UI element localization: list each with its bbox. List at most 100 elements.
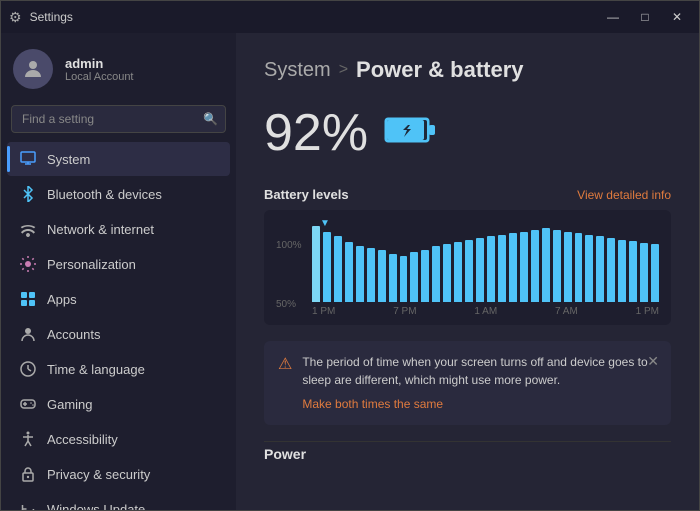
battery-status: 92%	[264, 103, 671, 163]
accessibility-icon	[19, 430, 37, 448]
chart-bar	[432, 246, 440, 302]
battery-percentage-text: 92%	[264, 103, 368, 163]
chart-y-100: 100%	[276, 240, 302, 251]
network-icon	[19, 220, 37, 238]
sidebar-item-accessibility-label: Accessibility	[47, 432, 118, 447]
user-info: admin Local Account	[65, 56, 134, 83]
chart-bar	[575, 233, 583, 302]
chart-y-labels: 100% 50%	[276, 240, 302, 310]
breadcrumb: System > Power & battery	[264, 57, 671, 83]
sidebar-item-gaming-label: Gaming	[47, 397, 93, 412]
settings-window: ⚙ Settings — □ ✕ admin Local Acc	[0, 0, 700, 511]
chart-bars-area: ▼	[312, 222, 659, 302]
chart-y-50: 50%	[276, 299, 302, 310]
main-content: admin Local Account 🔍	[1, 33, 699, 510]
sidebar-item-privacy[interactable]: Privacy & security	[7, 457, 230, 491]
sidebar-item-system[interactable]: System	[7, 142, 230, 176]
sidebar-item-apps[interactable]: Apps	[7, 282, 230, 316]
chart-x-1pm-last: 1 PM	[636, 306, 659, 317]
view-detailed-link[interactable]: View detailed info	[577, 188, 671, 202]
chart-bar	[400, 256, 408, 302]
battery-chart-section: Battery levels View detailed info 100% 5…	[264, 187, 671, 325]
chart-bar	[509, 233, 517, 302]
chart-bar	[553, 230, 561, 302]
minimize-button[interactable]: —	[599, 7, 627, 27]
alert-icon: ⚠	[278, 354, 292, 374]
sidebar-item-personalization[interactable]: Personalization	[7, 247, 230, 281]
sidebar-item-bluetooth[interactable]: Bluetooth & devices	[7, 177, 230, 211]
sidebar-item-accounts-label: Accounts	[47, 327, 100, 342]
sidebar-item-network[interactable]: Network & internet	[7, 212, 230, 246]
alert-close-button[interactable]: ✕	[647, 353, 659, 370]
main-panel: System > Power & battery 92%	[236, 33, 699, 510]
sidebar-item-privacy-label: Privacy & security	[47, 467, 150, 482]
chart-bar	[487, 236, 495, 302]
chart-x-1am: 1 AM	[474, 306, 497, 317]
chart-bars	[312, 222, 659, 302]
user-name: admin	[65, 56, 134, 71]
breadcrumb-separator: >	[339, 61, 348, 79]
chart-bar	[542, 228, 550, 302]
chart-bar	[476, 238, 484, 302]
search-box: 🔍	[11, 105, 226, 133]
title-bar: ⚙ Settings — □ ✕	[1, 1, 699, 33]
breadcrumb-current: Power & battery	[356, 57, 524, 83]
search-input[interactable]	[11, 105, 226, 133]
chart-bar	[443, 244, 451, 302]
chart-bar	[334, 236, 342, 302]
chart-x-labels: 1 PM 7 PM 1 AM 7 AM 1 PM	[312, 306, 659, 317]
chart-x-1pm-first: 1 PM	[312, 306, 335, 317]
chart-pin-icon: ▼	[320, 218, 330, 229]
personalization-icon	[19, 255, 37, 273]
avatar	[13, 49, 53, 89]
sidebar-item-update[interactable]: Windows Update	[7, 492, 230, 510]
sidebar-item-bluetooth-label: Bluetooth & devices	[47, 187, 162, 202]
chart-bar	[585, 235, 593, 302]
power-section-title: Power	[264, 441, 671, 462]
sidebar-item-accounts[interactable]: Accounts	[7, 317, 230, 351]
chart-x-7pm: 7 PM	[393, 306, 416, 317]
chart-bar	[345, 242, 353, 302]
sidebar-item-network-label: Network & internet	[47, 222, 154, 237]
accounts-icon	[19, 325, 37, 343]
user-section[interactable]: admin Local Account	[1, 33, 236, 101]
alert-action-link[interactable]: Make both times the same	[302, 397, 443, 411]
sidebar-item-system-label: System	[47, 152, 90, 167]
chart-bar	[389, 254, 397, 302]
sidebar-item-time-label: Time & language	[47, 362, 145, 377]
chart-bar	[564, 232, 572, 302]
chart-bar	[410, 252, 418, 302]
chart-bar	[531, 230, 539, 302]
maximize-button[interactable]: □	[631, 7, 659, 27]
chart-bar	[498, 235, 506, 302]
close-button[interactable]: ✕	[663, 7, 691, 27]
system-icon	[19, 150, 37, 168]
sidebar-item-time[interactable]: Time & language	[7, 352, 230, 386]
chart-title: Battery levels	[264, 187, 349, 202]
chart-bar	[520, 232, 528, 302]
privacy-icon	[19, 465, 37, 483]
chart-bar	[323, 232, 331, 302]
title-bar-left: ⚙ Settings	[9, 9, 73, 26]
chart-bar	[421, 250, 429, 302]
chart-bar	[367, 248, 375, 302]
sidebar-item-gaming[interactable]: Gaming	[7, 387, 230, 421]
chart-bar	[454, 242, 462, 302]
alert-content: The period of time when your screen turn…	[302, 353, 657, 413]
chart-bar	[607, 238, 615, 302]
chart-bar	[596, 236, 604, 302]
chart-bar	[629, 241, 637, 302]
update-icon	[19, 500, 37, 510]
user-type: Local Account	[65, 71, 134, 83]
chart-bar	[356, 246, 364, 302]
chart-bar	[640, 243, 648, 302]
chart-bar	[312, 226, 320, 302]
window-controls: — □ ✕	[599, 7, 691, 27]
settings-app-icon: ⚙	[9, 9, 22, 26]
sidebar-item-accessibility[interactable]: Accessibility	[7, 422, 230, 456]
search-icon: 🔍	[203, 112, 218, 126]
breadcrumb-parent: System	[264, 59, 331, 82]
time-icon	[19, 360, 37, 378]
chart-bar	[651, 244, 659, 302]
window-title: Settings	[30, 10, 73, 24]
